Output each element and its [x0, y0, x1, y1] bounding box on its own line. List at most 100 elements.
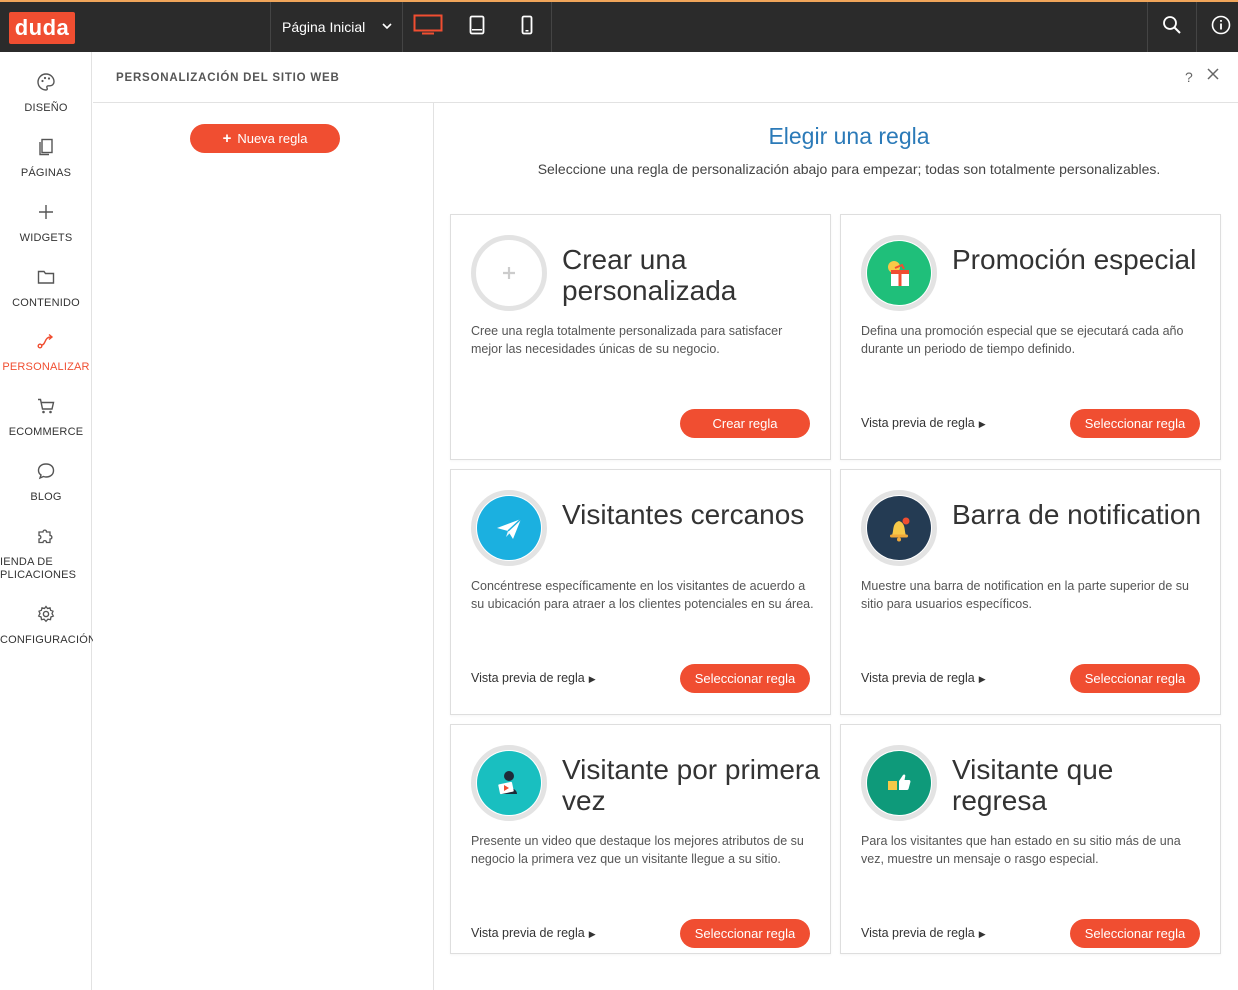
play-triangle-icon: ▶: [978, 674, 986, 684]
new-rule-button[interactable]: + Nueva regla: [190, 124, 340, 153]
rule-card-first-time-visitor: Visitante por primera vez Presente un vi…: [450, 724, 831, 954]
play-triangle-icon: ▶: [588, 674, 596, 684]
select-rule-button[interactable]: Seleccionar regla: [680, 919, 810, 948]
desktop-icon: [413, 14, 443, 41]
duda-logo[interactable]: duda: [9, 12, 75, 44]
personalize-icon: [0, 331, 92, 353]
rules-list-panel: + Nueva regla: [93, 103, 434, 990]
search-icon: [1162, 15, 1182, 40]
sidebar-item-label: WIDGETS: [19, 232, 73, 244]
chevron-down-icon: [382, 2, 392, 52]
preview-rule-link[interactable]: Vista previa de regla ▶: [861, 926, 986, 940]
rule-card-title: Visitantes cercanos: [562, 499, 805, 530]
desktop-view-button[interactable]: [402, 2, 452, 52]
preview-label: Vista previa de regla: [471, 671, 585, 685]
sidebar-item-blog[interactable]: BLOG: [0, 451, 92, 507]
gear-icon: [0, 604, 92, 626]
info-icon: [1211, 15, 1231, 40]
sidebar-item-label: CONFIGURACIÓN: [0, 634, 97, 646]
page-selector[interactable]: Página Inicial: [270, 2, 402, 52]
preview-label: Vista previa de regla: [471, 926, 585, 940]
paper-plane-icon: [477, 496, 541, 560]
select-rule-button[interactable]: Seleccionar regla: [1070, 664, 1200, 693]
top-bar: duda Página Inicial: [0, 0, 1238, 52]
rule-card-description: Presente un video que destaque los mejor…: [471, 834, 804, 866]
sidebar-item-label: CONTENIDO: [12, 297, 80, 309]
rule-card-special-promotion: Promoción especial Defina una promoción …: [840, 214, 1221, 460]
rule-card-title: Crear una personalizada: [562, 244, 737, 306]
puzzle-icon: [0, 526, 92, 548]
page-subtitle: Seleccione una regla de personalización …: [537, 161, 1161, 177]
panel-title: PERSONALIZACIÓN DEL SITIO WEB: [116, 72, 340, 84]
rule-card-nearby-visitors: Visitantes cercanos Concéntrese específi…: [450, 469, 831, 715]
rule-card-description: Defina una promoción especial que se eje…: [861, 324, 1184, 356]
rule-card-description: Concéntrese específicamente en los visit…: [471, 579, 814, 611]
help-button[interactable]: ?: [1185, 69, 1193, 85]
thumbs-up-icon: [867, 751, 931, 815]
bell-icon: [867, 496, 931, 560]
rule-card-description: Para los visitantes que han estado en su…: [861, 834, 1181, 866]
sidebar-item-personalizar[interactable]: PERSONALIZAR: [0, 321, 92, 377]
search-button[interactable]: [1147, 2, 1195, 52]
sidebar-item-label-2: PLICACIONES: [0, 569, 77, 581]
select-rule-button[interactable]: Seleccionar regla: [680, 664, 810, 693]
gift-icon: [867, 241, 931, 305]
rule-icon: [471, 490, 547, 566]
sidebar-item-label: IENDA DE: [0, 556, 53, 568]
tablet-view-button[interactable]: [452, 2, 502, 52]
preview-label: Vista previa de regla: [861, 416, 975, 430]
mobile-icon: [521, 15, 533, 40]
sidebar-item-app-store[interactable]: IENDA DE PLICACIONES: [0, 516, 92, 586]
folder-icon: [0, 267, 92, 289]
sidebar-item-label: PÁGINAS: [20, 167, 72, 179]
panel-header: PERSONALIZACIÓN DEL SITIO WEB ?: [93, 52, 1238, 103]
select-rule-button[interactable]: Seleccionar regla: [1070, 919, 1200, 948]
plus-icon: [477, 241, 541, 305]
play-triangle-icon: ▶: [978, 419, 986, 429]
plus-icon: [0, 202, 92, 224]
play-triangle-icon: ▶: [588, 929, 596, 939]
rule-card-title: Visitante que regresa: [952, 754, 1114, 816]
left-sidebar: DISEÑO PÁGINAS WIDGETS CONTENIDO PERSONA…: [0, 52, 97, 990]
pages-icon: [0, 137, 92, 159]
rule-card-returning-visitor: Visitante que regresa Para los visitante…: [840, 724, 1221, 954]
preview-rule-link[interactable]: Vista previa de regla ▶: [861, 416, 986, 430]
sidebar-item-diseno[interactable]: DISEÑO: [0, 62, 92, 118]
sidebar-item-contenido[interactable]: CONTENIDO: [0, 257, 92, 313]
sidebar-item-configuracion[interactable]: CONFIGURACIÓN: [0, 594, 97, 650]
sidebar-item-widgets[interactable]: WIDGETS: [0, 192, 92, 248]
create-rule-button[interactable]: Crear regla: [680, 409, 810, 438]
play-triangle-icon: ▶: [978, 929, 986, 939]
rule-icon: [861, 745, 937, 821]
sidebar-item-paginas[interactable]: PÁGINAS: [0, 127, 92, 183]
rule-icon: [861, 490, 937, 566]
new-rule-label: Nueva regla: [237, 131, 308, 146]
close-button[interactable]: [1206, 67, 1220, 86]
preview-label: Vista previa de regla: [861, 671, 975, 685]
cart-icon: [0, 396, 92, 418]
page-title: Elegir una regla: [768, 123, 930, 149]
palette-icon: [0, 72, 92, 94]
rule-gallery: Elegir una regla Seleccione una regla de…: [434, 103, 1238, 990]
rule-card-title: Promoción especial: [952, 244, 1197, 275]
preview-rule-link[interactable]: Vista previa de regla ▶: [861, 671, 986, 685]
chat-bubble-icon: [0, 461, 92, 483]
rule-card-title: Barra de notification: [952, 499, 1202, 530]
rule-card-notification-bar: Barra de notification Muestre una barra …: [840, 469, 1221, 715]
sidebar-item-label: PERSONALIZAR: [2, 361, 90, 373]
rule-card-description: Muestre una barra de notification en la …: [861, 579, 1189, 611]
page-selector-label: Página Inicial: [282, 19, 366, 35]
sidebar-item-label: DISEÑO: [24, 102, 68, 114]
video-visitor-icon: [477, 751, 541, 815]
preview-rule-link[interactable]: Vista previa de regla ▶: [471, 926, 596, 940]
plus-icon: +: [222, 130, 232, 147]
preview-rule-link[interactable]: Vista previa de regla ▶: [471, 671, 596, 685]
select-rule-button[interactable]: Seleccionar regla: [1070, 409, 1200, 438]
rule-card-custom: Crear una personalizada Cree una regla t…: [450, 214, 831, 460]
rule-icon: [861, 235, 937, 311]
rule-card-title: Visitante por primera vez: [562, 754, 820, 816]
info-button[interactable]: [1196, 2, 1238, 52]
mobile-view-button[interactable]: [502, 2, 552, 52]
rule-icon: [471, 235, 547, 311]
sidebar-item-ecommerce[interactable]: ECOMMERCE: [0, 386, 92, 442]
